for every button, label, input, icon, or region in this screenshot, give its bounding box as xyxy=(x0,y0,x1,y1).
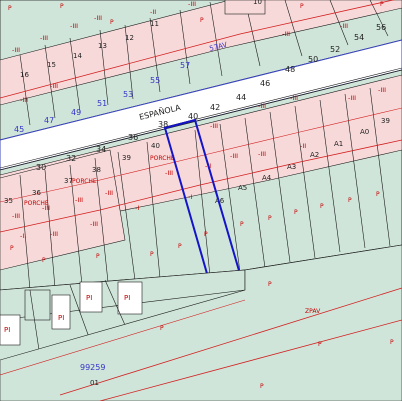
parcel-label: A5 xyxy=(238,184,247,192)
floor-label: -III xyxy=(230,152,238,160)
street-number: 36 xyxy=(128,133,138,142)
p-label: P xyxy=(268,215,272,222)
floor-label: -III xyxy=(210,122,218,130)
p-label: P xyxy=(260,383,264,390)
floor-label: -III xyxy=(188,0,196,8)
p-label: P xyxy=(110,19,114,26)
floor-label: -III xyxy=(90,220,98,228)
floor-label: -III xyxy=(50,230,58,238)
parcel-label: A3 xyxy=(287,163,296,171)
floor-label: -II xyxy=(300,142,306,150)
street-number: 57 xyxy=(180,61,190,70)
floor-label: -III xyxy=(94,14,102,22)
street-number: 45 xyxy=(14,125,24,134)
pool-label: PI xyxy=(124,294,130,302)
pool-label: PI xyxy=(4,326,10,334)
p-label: P xyxy=(10,245,14,252)
floor-label: -III xyxy=(165,169,173,177)
street-number: 55 xyxy=(150,76,160,85)
floor-label: -II xyxy=(20,232,26,240)
parcel-label: 35 xyxy=(4,197,13,205)
p-label: P xyxy=(294,209,298,216)
p-label: P xyxy=(348,197,352,204)
street-number: 50 xyxy=(308,55,318,64)
p-label: P xyxy=(320,203,324,210)
p-label: P xyxy=(8,5,12,12)
street-number: 52 xyxy=(330,45,340,54)
street-number: 47 xyxy=(44,116,54,125)
floor-label: -I xyxy=(135,204,139,212)
p-label: P xyxy=(200,17,204,24)
p-label: P xyxy=(390,339,394,346)
sector-sub: 01 xyxy=(90,379,99,387)
parcel-label-11: 11 xyxy=(150,20,159,28)
floor-label: -I xyxy=(188,193,192,201)
p-label: P xyxy=(150,251,154,258)
floor-label: -III xyxy=(378,86,386,94)
p-label: P xyxy=(240,221,244,228)
p-label: P xyxy=(380,1,384,8)
parcel-label: 40 xyxy=(151,142,160,150)
parcel-label-15: 15 xyxy=(47,61,56,69)
floor-label: -III xyxy=(20,96,28,104)
street-number: 42 xyxy=(210,103,220,112)
porche-tag: PORCHE xyxy=(72,178,97,185)
street-number: 51 xyxy=(97,99,107,108)
street-number: 53 xyxy=(123,90,133,99)
parcel-label: A4 xyxy=(262,174,272,182)
floor-label: -II xyxy=(150,8,156,16)
floor-label: -III xyxy=(348,94,356,102)
p-label: P xyxy=(160,325,164,332)
street-number: 46 xyxy=(260,79,270,88)
floor-label: -III xyxy=(340,22,348,30)
p-label: P xyxy=(60,3,64,10)
parcel-label: A1 xyxy=(334,140,343,148)
floor-label: -III xyxy=(105,189,113,197)
parcel-label: 36 xyxy=(32,189,41,197)
parcel-label-13: 13 xyxy=(98,42,107,50)
parcel-label: 39 xyxy=(122,154,131,162)
parcel-label: A0 xyxy=(360,128,369,136)
floor-label: -III xyxy=(12,46,20,54)
street-number: 54 xyxy=(354,33,364,42)
floor-label: -III xyxy=(75,196,83,204)
floor-label: -III xyxy=(40,34,48,42)
parcel-label: 38 xyxy=(92,166,101,174)
parcel-label-16: 16 xyxy=(20,71,29,79)
pool-label: PI xyxy=(58,314,64,322)
zone-code: ZPAV xyxy=(305,308,321,315)
p-label: P xyxy=(376,191,380,198)
parcel-label-10: 10 xyxy=(253,0,262,6)
floor-label: -III xyxy=(290,94,298,102)
floor-label: -III xyxy=(12,212,20,220)
p-label: P xyxy=(318,341,322,348)
street-number: 56 xyxy=(376,23,386,32)
floor-label: -III xyxy=(282,30,290,38)
p-label: P xyxy=(204,231,208,238)
p-label: P xyxy=(268,281,272,288)
parcel-label: 39 xyxy=(381,117,390,125)
street-number: 49 xyxy=(71,108,81,117)
porche-tag: PORCHE xyxy=(24,200,49,207)
p-label: P xyxy=(178,243,182,250)
parcel-label-14: 14 xyxy=(73,52,82,60)
floor-label: -III xyxy=(258,102,266,110)
floor-label: -III xyxy=(50,82,58,90)
porche-tag: PORCHE xyxy=(150,155,175,162)
parcel-label-12: 12 xyxy=(125,34,134,42)
cadastral-map[interactable]: 10 11 12 13 14 15 16 45 47 49 51 53 55 5… xyxy=(0,0,402,401)
street-number: 30 xyxy=(36,163,46,172)
p-label: P xyxy=(96,253,100,260)
sector-code: 99259 xyxy=(80,363,105,372)
pool-label: PI xyxy=(86,294,92,302)
floor-label: -III xyxy=(258,150,266,158)
street-number: 32 xyxy=(66,154,76,163)
street-number: 34 xyxy=(96,145,106,154)
p-label: P xyxy=(42,257,46,264)
floor-label: -III xyxy=(70,22,78,30)
street-number: 44 xyxy=(236,93,246,102)
parcel-label: A2 xyxy=(310,151,319,159)
p-label: P xyxy=(300,3,304,10)
street-number: 48 xyxy=(285,65,295,74)
